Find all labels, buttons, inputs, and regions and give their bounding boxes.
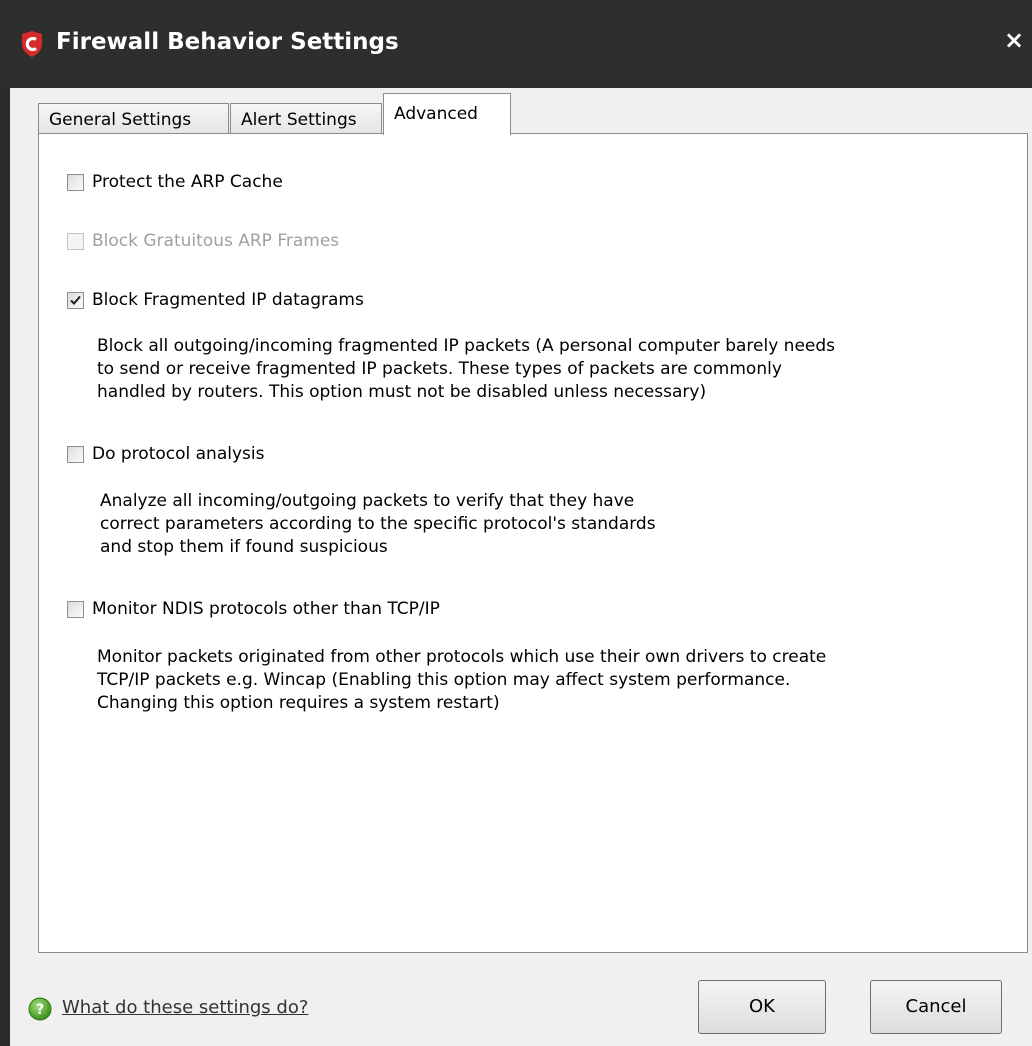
protect-arp-cache-label: Protect the ARP Cache xyxy=(92,172,283,192)
protocol-analysis-checkbox[interactable] xyxy=(67,445,84,463)
comodo-logo-icon xyxy=(22,31,42,57)
help-question-icon: ? xyxy=(28,997,52,1021)
monitor-ndis-label: Monitor NDIS protocols other than TCP/IP xyxy=(92,599,440,619)
block-gratuitous-arp-checkbox xyxy=(67,232,84,250)
svg-text:?: ? xyxy=(36,1002,44,1018)
checkmark-icon xyxy=(70,295,81,305)
protect-arp-cache-checkbox[interactable] xyxy=(67,173,84,191)
advanced-settings-panel: Protect the ARP Cache Block Gratuitous A… xyxy=(38,133,1028,953)
dialog-footer: ? What do these settings do? OK Cancel xyxy=(10,960,1032,1046)
tab-advanced[interactable]: Advanced xyxy=(383,93,511,135)
block-fragmented-ip-option[interactable]: Block Fragmented IP datagrams xyxy=(67,289,364,311)
help-link[interactable]: What do these settings do? xyxy=(62,997,308,1018)
monitor-ndis-checkbox[interactable] xyxy=(67,600,84,618)
window-title: Firewall Behavior Settings xyxy=(56,29,399,55)
protocol-analysis-option[interactable]: Do protocol analysis xyxy=(67,443,264,465)
cancel-button[interactable]: Cancel xyxy=(870,980,1002,1034)
block-gratuitous-arp-label: Block Gratuitous ARP Frames xyxy=(92,231,340,251)
protect-arp-cache-option[interactable]: Protect the ARP Cache xyxy=(67,171,283,193)
monitor-ndis-description: Monitor packets originated from other pr… xyxy=(97,647,827,713)
monitor-ndis-option[interactable]: Monitor NDIS protocols other than TCP/IP xyxy=(67,598,440,620)
protocol-analysis-label: Do protocol analysis xyxy=(92,444,265,464)
protocol-analysis-description: Analyze all incoming/outgoing packets to… xyxy=(100,491,656,557)
tab-alert-settings[interactable]: Alert Settings xyxy=(230,103,382,135)
close-icon[interactable]: × xyxy=(1002,26,1026,54)
title-bar: Firewall Behavior Settings × xyxy=(0,0,1032,88)
tab-general-settings[interactable]: General Settings xyxy=(38,103,229,135)
block-fragmented-ip-checkbox[interactable] xyxy=(67,291,84,309)
block-gratuitous-arp-option: Block Gratuitous ARP Frames xyxy=(67,230,339,252)
block-fragmented-ip-description: Block all outgoing/incoming fragmented I… xyxy=(97,336,836,402)
block-fragmented-ip-label: Block Fragmented IP datagrams xyxy=(92,290,364,310)
ok-button[interactable]: OK xyxy=(698,980,826,1034)
settings-dialog: Firewall Behavior Settings × General Set… xyxy=(0,0,1032,1046)
